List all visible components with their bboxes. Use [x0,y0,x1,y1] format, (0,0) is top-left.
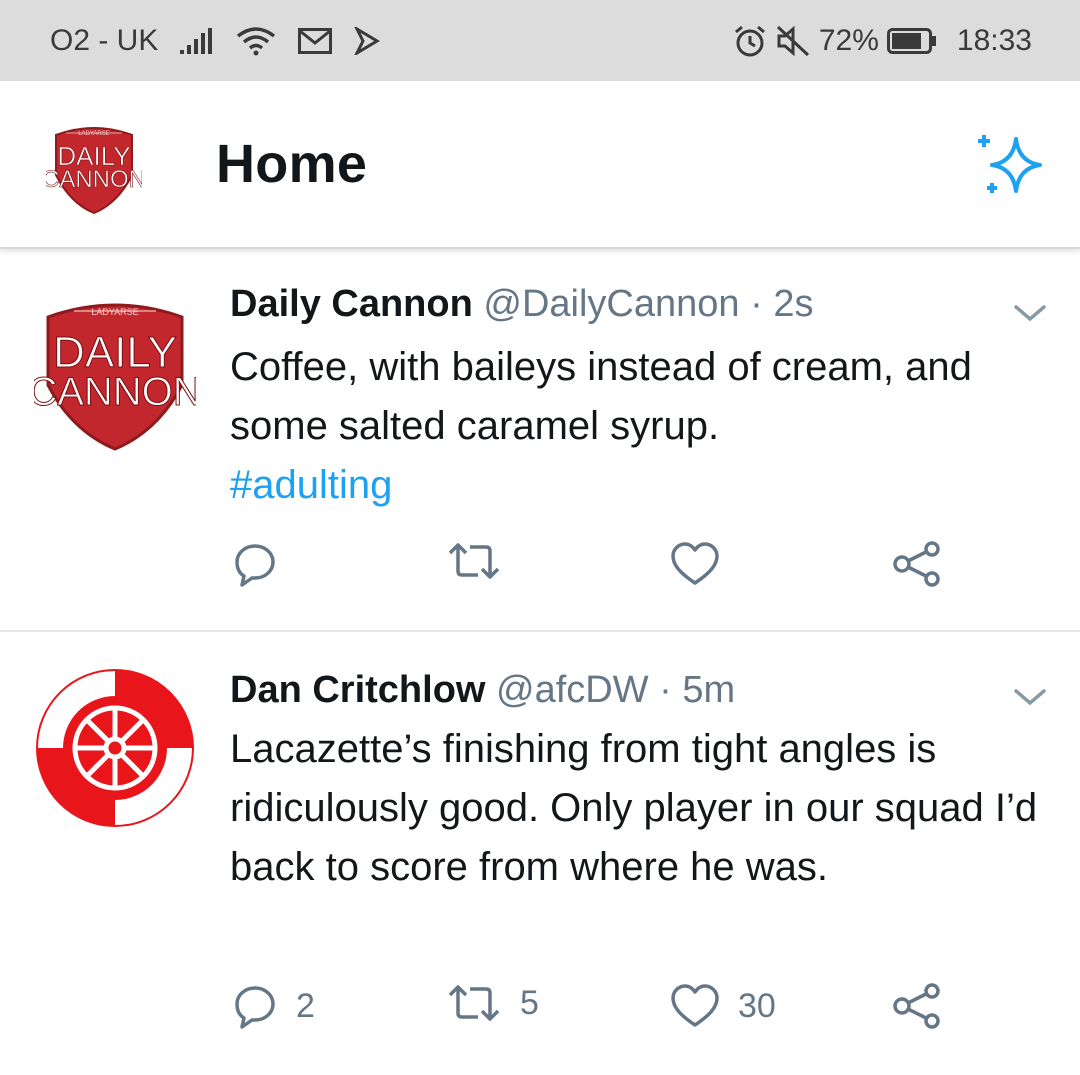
share-button[interactable] [892,983,942,1029]
share-icon [893,983,940,1029]
retweet-button[interactable] [446,541,520,581]
retweet-icon [448,543,500,579]
app-header: LADYARSE DAILY CANNON Home [0,81,1080,249]
reply-icon [235,986,275,1029]
tweet-text: Coffee, with baileys instead of cream, a… [230,338,1050,515]
author-name[interactable]: Daily Cannon [230,283,473,325]
heart-icon [671,542,719,585]
notification-icon [354,26,381,55]
tweet-header: Daily Cannon @DailyCannon · 2s [230,283,813,326]
author-handle[interactable]: @DailyCannon [483,283,739,325]
sparkle-icon[interactable] [970,127,1050,207]
author-handle[interactable]: @afcDW [496,669,649,711]
avatar[interactable] [34,667,196,829]
tweet-text-content: Coffee, with baileys instead of cream, a… [230,345,972,448]
tweet-header: Dan Critchlow @afcDW · 5m [230,669,735,712]
tweet-actions: 2 5 30 [0,983,1080,1043]
alarm-icon [733,24,767,58]
battery-icon [886,27,937,54]
reply-button[interactable] [232,541,296,587]
profile-avatar-button[interactable]: LADYARSE DAILY CANNON [42,121,146,215]
chevron-down-icon[interactable] [1012,685,1048,709]
share-button[interactable] [892,541,942,587]
chevron-down-icon[interactable] [1012,301,1048,325]
reply-icon [235,544,275,587]
separator-dot: · [659,669,672,711]
tweet-time: 5m [682,669,736,711]
mute-icon [775,24,811,58]
status-bar: O2 - UK 72% 18:33 [0,0,1080,81]
retweet-icon [448,985,500,1021]
daily-cannon-logo: LADYARSE DAILY CANNON [42,127,146,215]
signal-icon [180,27,214,54]
tweet-actions [0,541,1080,601]
separator-dot: · [750,283,763,325]
tweet-time: 2s [773,283,814,325]
retweet-button[interactable]: 5 [446,983,539,1023]
like-button[interactable] [670,541,738,587]
retweet-count: 5 [520,983,539,1022]
wifi-icon [236,26,276,56]
heart-icon [671,984,719,1027]
carrier-label: O2 - UK [50,23,159,57]
like-button[interactable]: 30 [670,983,776,1029]
tweet[interactable]: Dan Critchlow @afcDW · 5m Lacazette’s fi… [0,633,1080,1075]
author-name[interactable]: Dan Critchlow [230,669,485,711]
svg-text:LADYARSE: LADYARSE [91,307,138,317]
like-count: 30 [738,986,776,1025]
tweet-text: Lacazette’s finishing from tight angles … [230,727,1038,889]
reply-count: 2 [296,986,315,1025]
tweet[interactable]: LADYARSE DAILY CANNON Daily Cannon @Dail… [0,251,1080,632]
mail-icon [298,27,333,54]
svg-text:LADYARSE: LADYARSE [78,131,110,137]
share-icon [893,541,940,587]
avatar[interactable]: LADYARSE DAILY CANNON [28,291,202,453]
clock: 18:33 [956,23,1032,57]
reply-button[interactable]: 2 [232,983,315,1029]
hashtag-link[interactable]: #adulting [230,456,1050,515]
page-title: Home [216,134,368,194]
battery-percent: 72% [818,23,879,57]
svg-text:CANNON: CANNON [34,370,196,414]
svg-text:CANNON: CANNON [46,166,142,193]
